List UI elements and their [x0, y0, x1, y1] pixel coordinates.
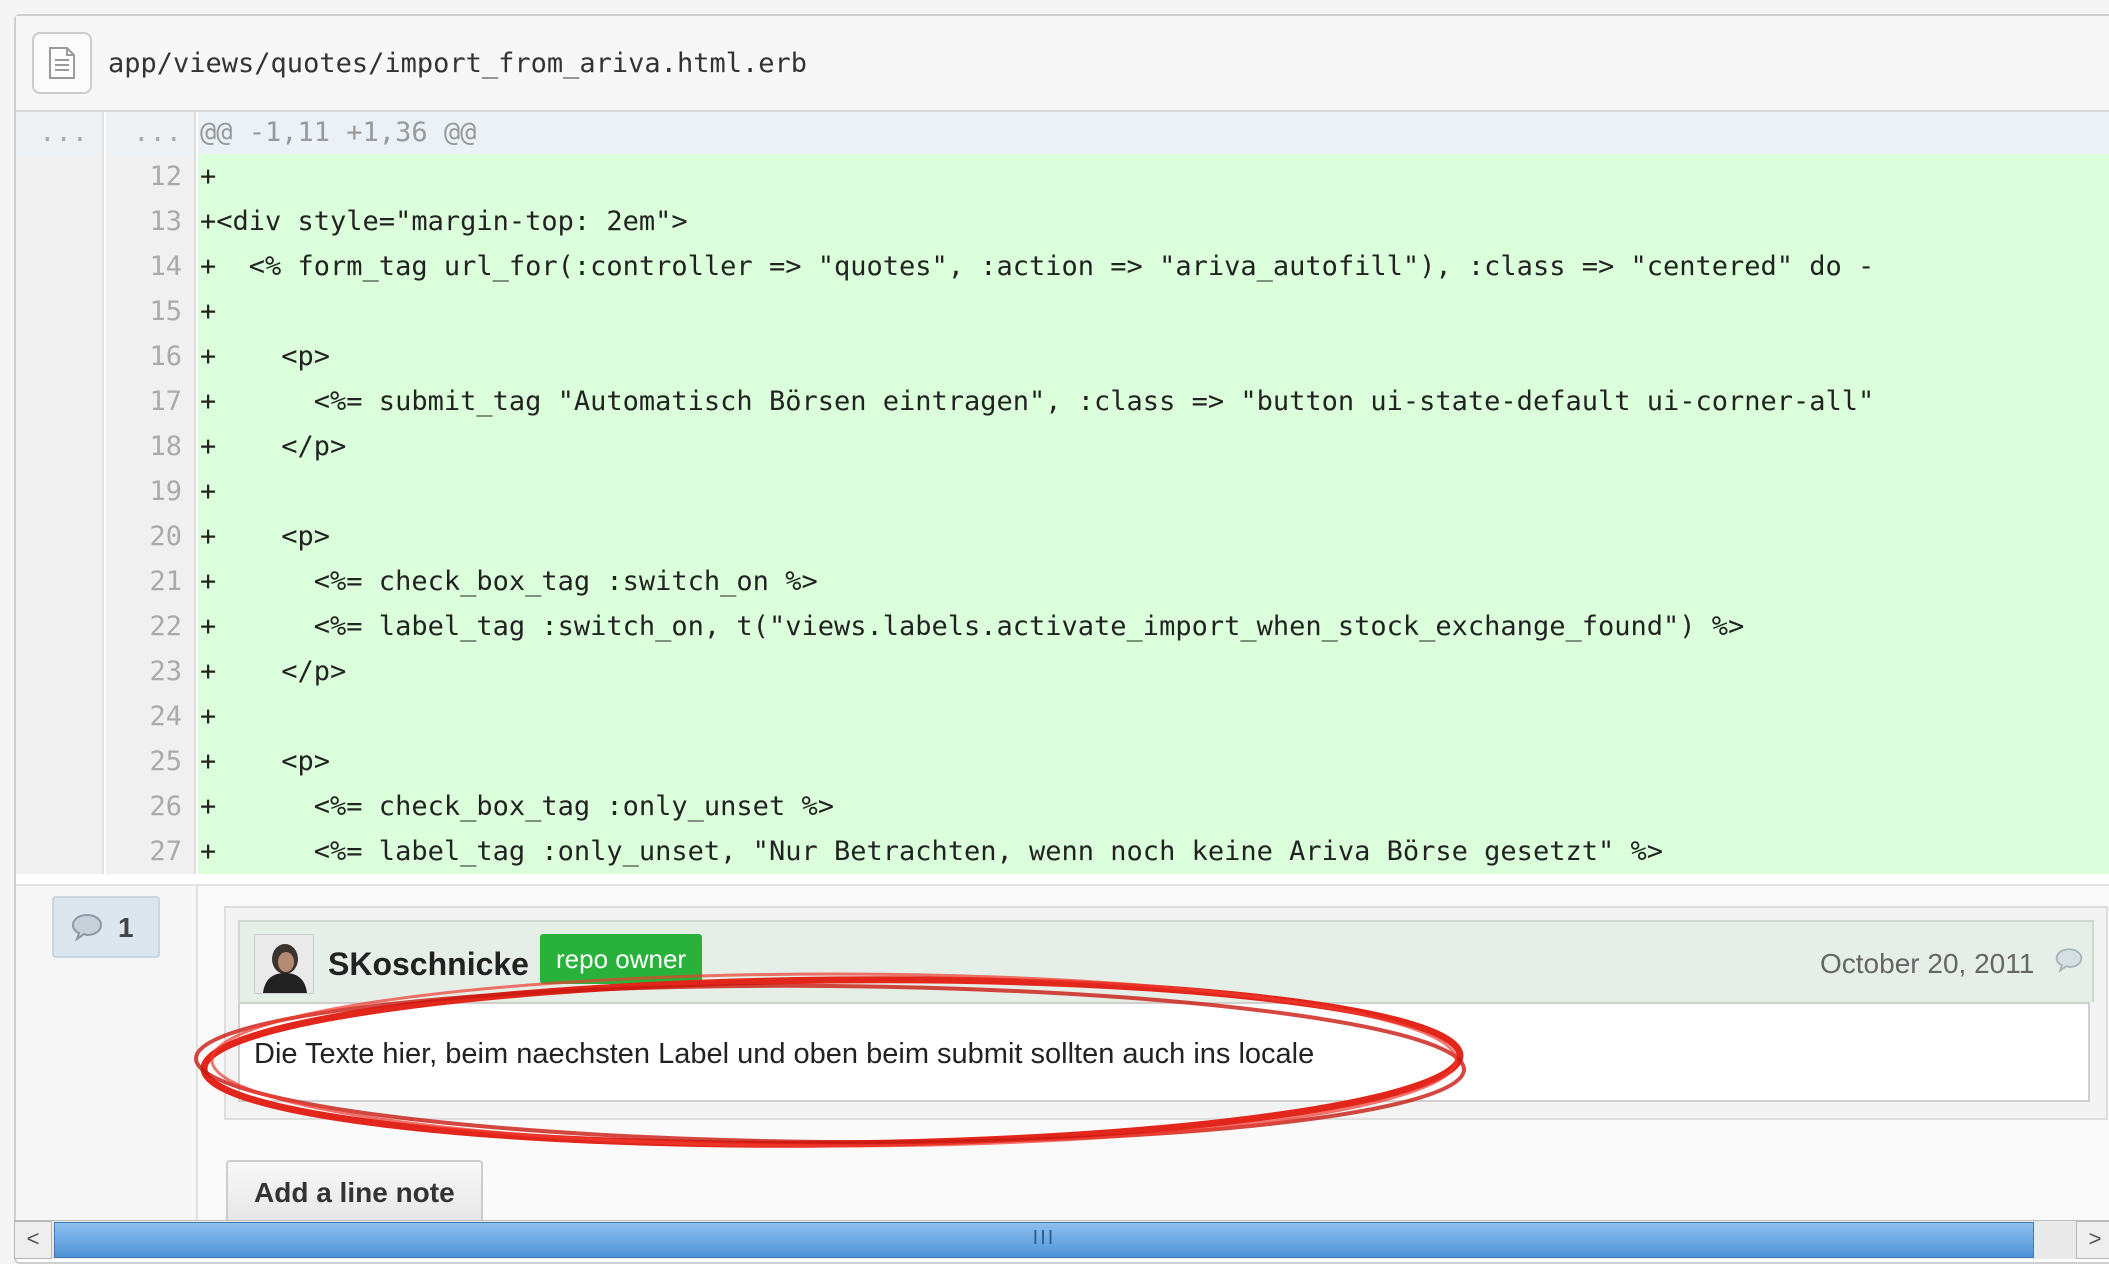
old-line-number[interactable] [16, 379, 104, 424]
diff-line-row: 19 + [16, 469, 2109, 514]
old-line-number[interactable] [16, 514, 104, 559]
add-line-note-button[interactable]: Add a line note [226, 1160, 483, 1226]
diff-line-row: 17 + <%= submit_tag "Automatisch Börsen e… [16, 379, 2109, 424]
code-line: + [198, 469, 2109, 514]
new-line-number[interactable]: 24 [106, 694, 196, 739]
diff-line-row: 12 + [16, 154, 2109, 199]
scroll-left-button[interactable]: < [14, 1221, 52, 1259]
new-line-number[interactable]: 20 [106, 514, 196, 559]
new-line-number[interactable]: 23 [106, 649, 196, 694]
new-line-number[interactable]: 26 [106, 784, 196, 829]
old-line-number[interactable] [16, 424, 104, 469]
old-line-number[interactable]: ... [16, 112, 104, 154]
old-line-number[interactable] [16, 469, 104, 514]
diff-line-row: 20 + <p> [16, 514, 2109, 559]
note-date[interactable]: October 20, 2011 [1820, 948, 2034, 980]
code-line: + <%= label_tag :switch_on, t("views.lab… [198, 604, 2109, 649]
line-notes-section: 1 SKoschnicke repo owner October 20, 201… [16, 884, 2109, 1236]
scroll-right-button[interactable]: > [2076, 1221, 2109, 1259]
repo-owner-badge: repo owner [540, 934, 703, 984]
diff-line-row: 26 + <%= check_box_tag :only_unset %> [16, 784, 2109, 829]
code-line: +<div style="margin-top: 2em"> [198, 199, 2109, 244]
new-line-number[interactable]: 15 [106, 289, 196, 334]
note-author[interactable]: SKoschnicke [328, 946, 529, 983]
new-line-number[interactable]: 22 [106, 604, 196, 649]
code-line: + </p> [198, 649, 2109, 694]
diff-table: ... ... @@ -1,11 +1,36 @@ 12 +13 +<div sty… [16, 112, 2109, 874]
old-line-number[interactable] [16, 154, 104, 199]
old-line-number[interactable] [16, 694, 104, 739]
hunk-header: @@ -1,11 +1,36 @@ [198, 112, 2109, 154]
diff-line-row: 18 + </p> [16, 424, 2109, 469]
old-line-number[interactable] [16, 199, 104, 244]
avatar[interactable] [254, 934, 314, 994]
old-line-number[interactable] [16, 739, 104, 784]
code-line: + <%= check_box_tag :only_unset %> [198, 784, 2109, 829]
code-line: + <%= submit_tag "Automatisch Börsen ein… [198, 379, 2109, 424]
diff-line-row: 16 + <p> [16, 334, 2109, 379]
old-line-number[interactable] [16, 559, 104, 604]
file-header: app/views/quotes/import_from_ariva.html.… [16, 16, 2109, 112]
line-note: SKoschnicke repo owner October 20, 2011 … [224, 906, 2108, 1120]
scrollbar-thumb[interactable]: III [54, 1222, 2034, 1258]
old-line-number[interactable] [16, 334, 104, 379]
new-line-number[interactable]: ... [106, 112, 196, 154]
diff-line-row: 25 + <p> [16, 739, 2109, 784]
comment-count: 1 [118, 912, 134, 943]
new-line-number[interactable]: 19 [106, 469, 196, 514]
diff-file-panel: app/views/quotes/import_from_ariva.html.… [14, 14, 2109, 1264]
file-path[interactable]: app/views/quotes/import_from_ariva.html.… [108, 48, 807, 79]
diff-line-row: 23 + </p> [16, 649, 2109, 694]
code-line: + <%= label_tag :only_unset, "Nur Betrac… [198, 829, 2109, 874]
diff-line-row: 22 + <%= label_tag :switch_on, t("views.l… [16, 604, 2109, 649]
note-body: Die Texte hier, beim naechsten Label und… [238, 1002, 2090, 1102]
old-line-number[interactable] [16, 829, 104, 874]
note-header: SKoschnicke repo owner October 20, 2011 [238, 920, 2094, 1002]
code-line: + [198, 154, 2109, 199]
new-line-number[interactable]: 14 [106, 244, 196, 289]
new-line-number[interactable]: 21 [106, 559, 196, 604]
hunk-header-row: ... ... @@ -1,11 +1,36 @@ [16, 112, 2109, 154]
new-line-number[interactable]: 12 [106, 154, 196, 199]
new-line-number[interactable]: 25 [106, 739, 196, 784]
code-line: + <p> [198, 739, 2109, 784]
comment-icon[interactable] [2054, 946, 2084, 979]
code-line: + <p> [198, 334, 2109, 379]
horizontal-scrollbar[interactable]: < III > [14, 1220, 2109, 1259]
comment-icon [71, 913, 103, 942]
comment-count-badge[interactable]: 1 [52, 896, 160, 958]
code-line: + [198, 289, 2109, 334]
code-line: + <% form_tag url_for(:controller => "qu… [198, 244, 2109, 289]
diff-line-row: 15 + [16, 289, 2109, 334]
new-line-number[interactable]: 16 [106, 334, 196, 379]
code-line: + <p> [198, 514, 2109, 559]
notes-gutter: 1 [16, 886, 198, 1236]
new-line-number[interactable]: 13 [106, 199, 196, 244]
diff-line-row: 14 + <% form_tag url_for(:controller => "… [16, 244, 2109, 289]
note-text: Die Texte hier, beim naechsten Label und… [254, 1038, 1315, 1070]
scrollbar-grip: III [1032, 1227, 1056, 1249]
file-text-icon [32, 32, 92, 94]
code-line: + <%= check_box_tag :switch_on %> [198, 559, 2109, 604]
diff-line-row: 27 + <%= label_tag :only_unset, "Nur Betr… [16, 829, 2109, 874]
new-line-number[interactable]: 18 [106, 424, 196, 469]
old-line-number[interactable] [16, 244, 104, 289]
diff-line-row: 24 + [16, 694, 2109, 739]
old-line-number[interactable] [16, 289, 104, 334]
old-line-number[interactable] [16, 784, 104, 829]
code-line: + </p> [198, 424, 2109, 469]
code-line: + [198, 694, 2109, 739]
diff-line-row: 13 +<div style="margin-top: 2em"> [16, 199, 2109, 244]
diff-line-row: 21 + <%= check_box_tag :switch_on %> [16, 559, 2109, 604]
new-line-number[interactable]: 17 [106, 379, 196, 424]
old-line-number[interactable] [16, 604, 104, 649]
old-line-number[interactable] [16, 649, 104, 694]
new-line-number[interactable]: 27 [106, 829, 196, 874]
